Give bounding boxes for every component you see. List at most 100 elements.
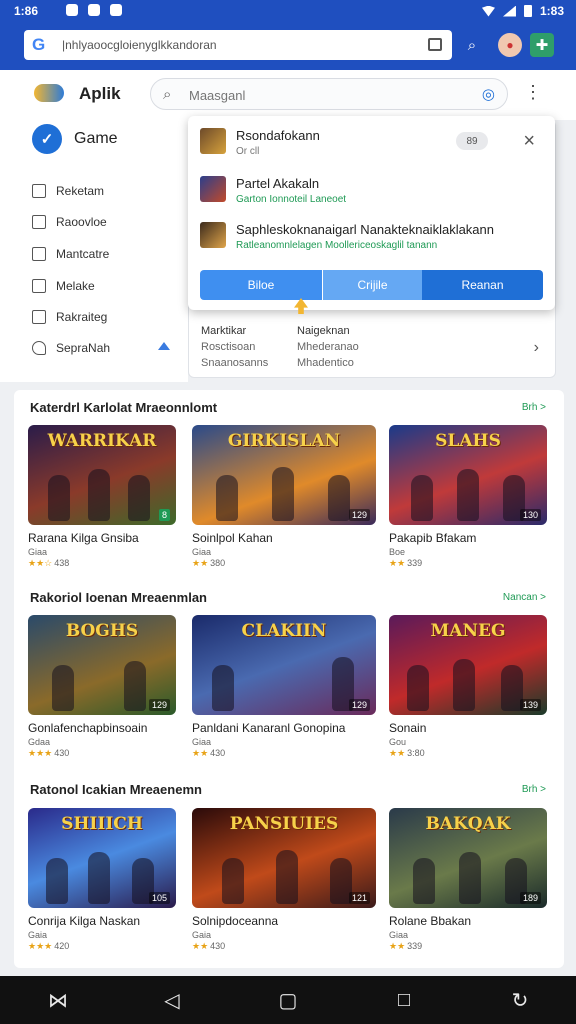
featured-col-2-sub: Mhederanao	[297, 341, 359, 353]
notification-icon	[110, 4, 122, 16]
status-bar: 1:86 1:83	[0, 0, 576, 22]
game-card[interactable]: PANSIUIES 121 Solnipdoceanna Gaia ★★ 430	[192, 808, 376, 952]
url-bar[interactable]: G |nhlyaoocgloienyglkkandoran	[24, 30, 452, 60]
game-art-title: SLAHS	[435, 431, 501, 451]
star-rating: ★★★ 420	[28, 941, 176, 952]
chevron-right-icon[interactable]: ›	[534, 339, 539, 357]
tabs-icon[interactable]	[428, 38, 442, 51]
popup-item-sub: Or cll	[236, 146, 260, 157]
featured-col-2-title: Naigeknan	[297, 325, 350, 337]
popup-item-title: Saphleskoknanaigarl Nanakteknaiklaklakan…	[236, 222, 495, 237]
rating-badge: 8	[158, 509, 170, 521]
game-card[interactable]: BOGHS 129 Gonlafenchapbinsoain Gdaa ★★★ 4…	[28, 615, 176, 759]
popup-button-1[interactable]: Biloe	[200, 270, 322, 300]
url-text[interactable]: |nhlyaoocgloienyglkkandoran	[62, 38, 217, 52]
popup-button-2[interactable]: Crijile	[322, 270, 422, 300]
game-card[interactable]: SLAHS 130 Pakapib Bfakam Boe ★★ 339	[389, 425, 547, 569]
home-icon[interactable]: ▢	[276, 988, 300, 1012]
popup-item[interactable]: Partel Akakaln Garton Ionnoteil Laneoet	[200, 176, 346, 205]
game-art-title: MANEG	[430, 621, 506, 641]
close-apps-icon[interactable]: ⋈	[46, 988, 70, 1012]
sidebar-item-icon	[32, 279, 46, 293]
sidebar: ✓ Game Reketam Raoovloe Mantcatre Melake…	[0, 120, 188, 382]
sidebar-item-2[interactable]: Mantcatre	[32, 247, 109, 261]
stars-icon: ★★★	[28, 748, 53, 758]
game-art: BOGHS 129	[28, 615, 176, 715]
mic-icon[interactable]: ◎	[482, 85, 495, 103]
sidebar-item-4[interactable]: Rakraiteg	[32, 310, 107, 324]
game-card[interactable]: GIRKISLAN 129 Soinlpol Kahan Giaa ★★ 380	[192, 425, 376, 569]
star-rating: ★★ 3:80	[389, 748, 547, 759]
game-card[interactable]: SHIIICH 105 Conrija Kilga Naskan Gaia ★★…	[28, 808, 176, 952]
game-genre: Gaia	[192, 930, 212, 940]
section-more-link[interactable]: Nancan >	[503, 592, 546, 603]
sidebar-item-label: SepraNah	[56, 341, 111, 355]
popup-item[interactable]: Rsondafokann Or cll	[200, 128, 320, 157]
game-card[interactable]: BAKQAK 189 Rolane Bbakan Giaa ★★ 339	[389, 808, 547, 952]
game-title: Soinlpol Kahan	[192, 531, 273, 545]
wifi-icon	[481, 5, 495, 17]
stars-icon: ★★☆	[28, 558, 53, 568]
featured-col-2-sub2: Mhadentico	[297, 357, 354, 369]
star-rating: ★★ 339	[389, 941, 547, 952]
sidebar-item-0[interactable]: Reketam	[32, 184, 104, 198]
search-icon[interactable]: ⌕	[460, 33, 484, 57]
game-card[interactable]: WARRIKAR 8 Rarana Kilga Gnsiba Giaa ★★☆ 4…	[28, 425, 176, 569]
game-title: Gonlafenchapbinsoain	[28, 721, 148, 735]
popup-item-sub: Garton Ionnoteil Laneoet	[236, 194, 347, 205]
more-options-icon[interactable]: ⋮	[524, 82, 542, 103]
rotate-icon[interactable]: ↻	[508, 988, 532, 1012]
rating-badge: 129	[148, 699, 170, 711]
popup-button-3[interactable]: Reanan	[422, 270, 543, 300]
game-card[interactable]: MANEG 139 Sonain Gou ★★ 3:80	[389, 615, 547, 759]
game-art: CLAKIIN 129	[192, 615, 376, 715]
sidebar-item-3[interactable]: Melake	[32, 279, 95, 293]
sidebar-game-header[interactable]: ✓ Game	[32, 124, 118, 154]
rating-count: 380	[210, 558, 226, 568]
status-right: 1:83	[481, 4, 564, 18]
stars-icon: ★★	[389, 748, 406, 758]
game-art-title: SHIIICH	[61, 814, 143, 834]
sidebar-item-icon	[32, 247, 46, 261]
game-card[interactable]: CLAKIIN 129 Panldani Kanaranl Gonopina G…	[192, 615, 376, 759]
game-icon: ✓	[32, 124, 62, 154]
game-thumbnail	[200, 222, 226, 248]
sidebar-item-label: Melake	[56, 279, 95, 293]
extension-icon[interactable]: ✚	[530, 33, 554, 57]
status-time: 1:86	[14, 4, 39, 18]
rating-count: 3:80	[407, 748, 425, 758]
popup-item-title: Partel Akakaln	[236, 176, 320, 191]
sidebar-item-label: Mantcatre	[56, 247, 110, 261]
stars-icon: ★★	[192, 748, 209, 758]
main-content: Katerdrl Karlolat Mraeonnlomt Brh > WARR…	[14, 390, 564, 968]
close-icon[interactable]: ×	[523, 130, 535, 153]
sidebar-item-1[interactable]: Raoovloe	[32, 215, 107, 229]
google-icon: G	[32, 35, 46, 54]
game-art: SLAHS 130	[389, 425, 547, 525]
section-more-link[interactable]: Brh >	[522, 402, 546, 413]
section-more-link[interactable]: Brh >	[522, 784, 546, 795]
back-icon[interactable]: ◁	[160, 988, 184, 1012]
system-nav-bar: ⋈ ◁ ▢ □ ↻	[0, 976, 576, 1024]
star-rating: ★★ 430	[192, 748, 376, 759]
search-input[interactable]	[189, 85, 469, 105]
popup-button-group: Biloe Crijile Reanan	[200, 270, 543, 300]
game-art: PANSIUIES 121	[192, 808, 376, 908]
active-indicator-icon	[158, 342, 170, 350]
game-title: Sonain	[389, 721, 427, 735]
sidebar-item-icon	[32, 341, 46, 355]
sidebar-item-5[interactable]: SepraNah	[32, 341, 110, 355]
game-genre: Giaa	[192, 547, 212, 557]
search-box[interactable]: ⌕ ◎	[150, 78, 508, 110]
game-art-title: PANSIUIES	[229, 814, 339, 834]
rating-badge: 130	[519, 509, 541, 521]
popup-item[interactable]: Saphleskoknanaigarl Nanakteknaiklaklakan…	[200, 222, 494, 251]
avatar[interactable]: ●	[498, 33, 522, 57]
recents-icon[interactable]: □	[392, 988, 416, 1012]
game-title: Pakapib Bfakam	[389, 531, 477, 545]
game-art: SHIIICH 105	[28, 808, 176, 908]
game-thumbnail	[200, 176, 226, 202]
game-art: MANEG 139	[389, 615, 547, 715]
battery-icon	[523, 5, 532, 17]
sidebar-item-label: Raoovloe	[56, 215, 107, 229]
